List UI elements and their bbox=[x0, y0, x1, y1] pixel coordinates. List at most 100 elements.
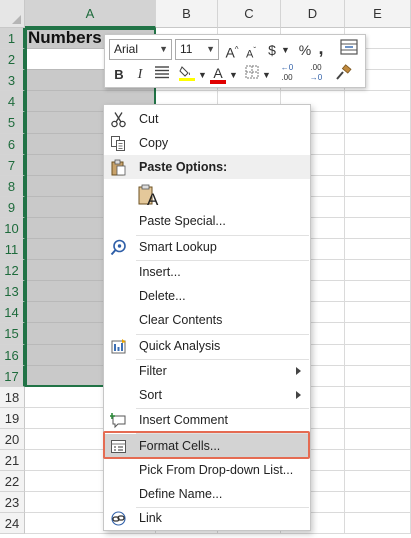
font-name-box[interactable]: Arial ▼ bbox=[109, 39, 172, 60]
menu-item-label: Delete... bbox=[139, 289, 186, 303]
menu-item-insert-comment[interactable]: Insert Comment bbox=[104, 408, 310, 432]
percent-style-button[interactable]: % bbox=[297, 39, 313, 61]
cell[interactable] bbox=[345, 260, 411, 281]
row-header[interactable]: 17 bbox=[0, 366, 25, 387]
menu-item-format-cells[interactable]: Format Cells... bbox=[104, 434, 310, 458]
cell[interactable] bbox=[345, 134, 411, 155]
row-header[interactable]: 16 bbox=[0, 345, 25, 366]
cell[interactable] bbox=[345, 112, 411, 134]
cell[interactable] bbox=[345, 302, 411, 323]
cell[interactable] bbox=[345, 471, 411, 492]
menu-item-smart-lookup[interactable]: Smart Lookup bbox=[104, 235, 310, 259]
font-size-box[interactable]: 11 ▼ bbox=[175, 39, 219, 60]
row-header[interactable]: 9 bbox=[0, 197, 25, 218]
paste-icon bbox=[111, 159, 126, 176]
cell[interactable] bbox=[345, 239, 411, 260]
row-header[interactable]: 11 bbox=[0, 239, 25, 260]
cell[interactable] bbox=[345, 513, 411, 534]
chevron-down-icon[interactable]: ▼ bbox=[198, 64, 207, 86]
shrink-font-button[interactable]: Aˇ bbox=[243, 40, 259, 62]
comma-style-button[interactable]: , bbox=[316, 37, 326, 59]
justify-button[interactable] bbox=[151, 64, 173, 86]
menu-item-define-name[interactable]: Define Name... bbox=[104, 482, 310, 506]
cell[interactable] bbox=[345, 429, 411, 450]
column-header-a[interactable]: A bbox=[25, 0, 156, 28]
row-header[interactable]: 20 bbox=[0, 429, 25, 450]
row-header[interactable]: 24 bbox=[0, 513, 25, 534]
menu-item-filter[interactable]: Filter bbox=[104, 359, 310, 383]
row-header[interactable]: 23 bbox=[0, 492, 25, 513]
format-painter-button[interactable] bbox=[333, 64, 353, 86]
bold-button[interactable]: B bbox=[111, 64, 127, 86]
cell[interactable] bbox=[345, 176, 411, 197]
menu-item-cut[interactable]: Cut bbox=[104, 107, 310, 131]
menu-item-quick-analysis[interactable]: Quick Analysis bbox=[104, 334, 310, 358]
row-header[interactable]: 21 bbox=[0, 450, 25, 471]
cell[interactable] bbox=[345, 281, 411, 302]
row-header[interactable]: 22 bbox=[0, 471, 25, 492]
column-header-e[interactable]: E bbox=[345, 0, 411, 28]
menu-item-label: Clear Contents bbox=[139, 313, 223, 327]
fill-color-button[interactable] bbox=[177, 64, 197, 86]
chevron-down-icon[interactable]: ▼ bbox=[281, 39, 290, 61]
cell[interactable] bbox=[345, 492, 411, 513]
format-painter-icon bbox=[336, 64, 352, 80]
row-header[interactable]: 6 bbox=[0, 134, 25, 155]
comma-icon: , bbox=[318, 38, 324, 58]
row-header[interactable]: 19 bbox=[0, 408, 25, 429]
select-all-corner[interactable] bbox=[0, 0, 25, 28]
paint-bucket-icon bbox=[179, 66, 195, 81]
menu-item-sort[interactable]: Sort bbox=[104, 383, 310, 407]
menu-item-label: Copy bbox=[139, 136, 169, 150]
menu-item-copy[interactable]: Copy bbox=[104, 131, 310, 155]
menu-item-clear-contents[interactable]: Clear Contents bbox=[104, 308, 310, 332]
row-header[interactable]: 10 bbox=[0, 218, 25, 239]
chevron-down-icon[interactable]: ▼ bbox=[262, 64, 271, 86]
accounting-format-button[interactable]: $ bbox=[265, 39, 279, 61]
menu-item-paste-special[interactable]: Paste Special... bbox=[104, 209, 310, 233]
paste-option-letter: A bbox=[147, 190, 159, 209]
menu-item-insert[interactable]: Insert... bbox=[104, 260, 310, 284]
cell[interactable] bbox=[345, 91, 411, 112]
font-color-button[interactable]: A bbox=[209, 62, 227, 84]
cell[interactable] bbox=[345, 218, 411, 239]
cell[interactable] bbox=[345, 366, 411, 387]
row-header[interactable]: 4 bbox=[0, 91, 25, 112]
menu-item-link[interactable]: Link bbox=[104, 506, 310, 530]
row-header[interactable]: 18 bbox=[0, 387, 25, 408]
row-header[interactable]: 3 bbox=[0, 70, 25, 91]
row-header[interactable]: 12 bbox=[0, 260, 25, 281]
cell[interactable] bbox=[345, 345, 411, 366]
cell[interactable] bbox=[345, 408, 411, 429]
column-header-b[interactable]: B bbox=[156, 0, 218, 28]
column-header-d[interactable]: D bbox=[281, 0, 345, 28]
cell[interactable] bbox=[345, 323, 411, 345]
cell[interactable] bbox=[345, 155, 411, 176]
row-header[interactable]: 1 bbox=[0, 28, 25, 49]
cell[interactable] bbox=[345, 197, 411, 218]
grow-font-icon: A bbox=[225, 44, 235, 61]
cell[interactable] bbox=[345, 450, 411, 471]
row-header[interactable]: 7 bbox=[0, 155, 25, 176]
borders-button[interactable] bbox=[243, 64, 261, 86]
menu-item-delete[interactable]: Delete... bbox=[104, 284, 310, 308]
chevron-down-icon[interactable]: ▼ bbox=[229, 64, 238, 86]
row-header[interactable]: 14 bbox=[0, 302, 25, 323]
column-header-c[interactable]: C bbox=[218, 0, 281, 28]
increase-decimal-button[interactable]: ←0 .00 bbox=[275, 63, 299, 85]
italic-button[interactable]: I bbox=[132, 64, 148, 86]
row-header[interactable]: 8 bbox=[0, 176, 25, 197]
row-header[interactable]: 13 bbox=[0, 281, 25, 302]
merge-center-button[interactable] bbox=[339, 39, 359, 61]
cell[interactable] bbox=[345, 387, 411, 408]
menu-item-label: Pick From Drop-down List... bbox=[139, 463, 294, 477]
grow-font-button[interactable]: A^ bbox=[224, 39, 240, 61]
row-header[interactable]: 15 bbox=[0, 323, 25, 345]
decrease-decimal-button[interactable]: .00 →0 bbox=[304, 63, 328, 85]
paste-keep-source-button[interactable]: A bbox=[104, 181, 310, 211]
menu-item-label: Filter bbox=[139, 364, 167, 378]
align-justify-icon bbox=[155, 66, 169, 79]
row-header[interactable]: 2 bbox=[0, 49, 25, 70]
row-header[interactable]: 5 bbox=[0, 112, 25, 134]
menu-item-pick-from-dropdown[interactable]: Pick From Drop-down List... bbox=[104, 458, 310, 482]
